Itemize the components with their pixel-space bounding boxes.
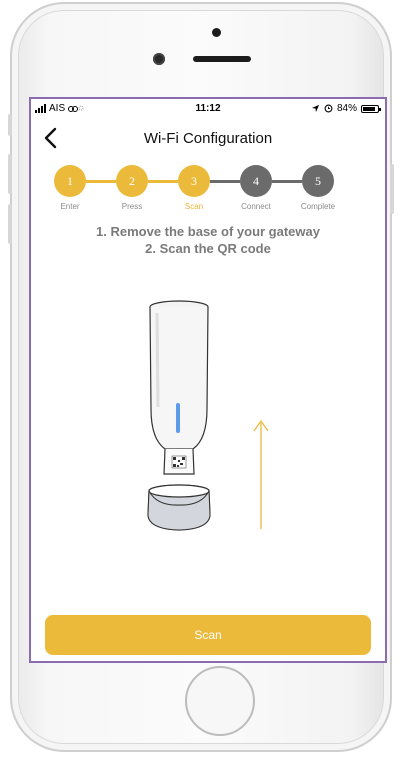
power-button: [390, 164, 394, 214]
app-screen: AIS 11:12 84% Wi-Fi Configuration 1 Enter…: [29, 97, 387, 663]
status-bar: AIS 11:12 84%: [31, 99, 385, 121]
front-camera: [153, 53, 165, 65]
step-label: Press: [121, 202, 143, 211]
progress-stepper: 1 Enter 2 Press 3 Scan 4 Connect 5 Complete: [31, 165, 385, 219]
step-circle: 5: [302, 165, 334, 197]
battery-percent: 84%: [336, 103, 357, 114]
step-4: 4 Connect: [226, 165, 286, 211]
battery-fill: [363, 106, 375, 111]
step-label: Connect: [241, 202, 271, 211]
proximity-sensor: [212, 28, 221, 37]
battery-icon: [361, 104, 381, 113]
step-label: Scan: [184, 202, 204, 211]
step-1: 1 Enter: [40, 165, 100, 211]
step-label: Enter: [60, 202, 80, 211]
scan-button[interactable]: Scan: [45, 615, 371, 655]
alarm-icon: [324, 104, 333, 113]
home-button[interactable]: [185, 666, 255, 736]
step-3: 3 Scan: [164, 165, 224, 211]
step-circle: 4: [240, 165, 272, 197]
step-circle: 3: [178, 165, 210, 197]
qr-code-icon: [171, 455, 187, 469]
status-right: 84%: [311, 103, 381, 114]
arrow-up-icon: [253, 419, 269, 529]
step-2: 2 Press: [102, 165, 162, 211]
step-circle: 2: [116, 165, 148, 197]
step-label: Complete: [300, 202, 336, 211]
page-title: Wi-Fi Configuration: [143, 130, 273, 147]
mute-switch: [8, 114, 12, 136]
gateway-illustration: [147, 300, 269, 531]
step-5: 5 Complete: [288, 165, 348, 211]
volume-up-button: [8, 154, 12, 194]
status-led: [176, 403, 180, 433]
nav-bar: Wi-Fi Configuration: [31, 121, 385, 153]
volume-down-button: [8, 204, 12, 244]
location-arrow-icon: [311, 104, 320, 113]
earpiece-speaker: [193, 56, 251, 62]
instructions: 1. Remove the base of your gateway 2. Sc…: [31, 223, 385, 257]
step-circle: 1: [54, 165, 86, 197]
instruction-line-1: 1. Remove the base of your gateway: [96, 224, 320, 239]
instruction-line-2: 2. Scan the QR code: [145, 241, 271, 256]
